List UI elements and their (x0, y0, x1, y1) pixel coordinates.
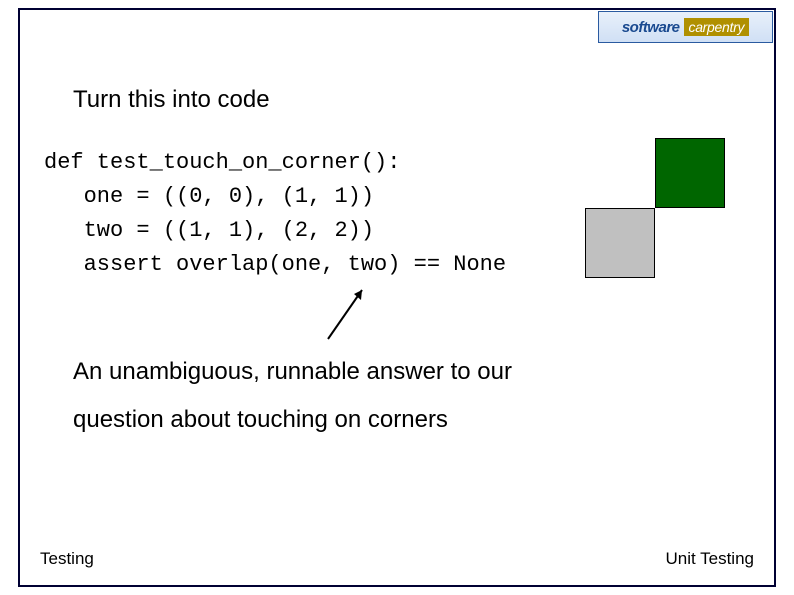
code-line-2: one = ((0, 0), (1, 1)) (44, 184, 374, 209)
code-line-3: two = ((1, 1), (2, 2)) (44, 218, 374, 243)
logo-main: software carpentry (599, 17, 772, 37)
software-carpentry-logo: software carpentry (598, 11, 773, 43)
logo-word-carpentry: carpentry (684, 18, 750, 36)
square-lower-left (585, 208, 655, 278)
explanation-line-1: An unambiguous, runnable answer to our (73, 348, 512, 396)
slide-heading: Turn this into code (73, 86, 270, 114)
arrow-icon (318, 284, 378, 344)
code-line-1: def test_touch_on_corner(): (44, 150, 400, 175)
logo-word-software: software (622, 19, 680, 36)
footer-left: Testing (40, 549, 94, 569)
footer-right: Unit Testing (665, 549, 754, 569)
explanation-text: An unambiguous, runnable answer to our q… (73, 348, 512, 444)
explanation-line-2: question about touching on corners (73, 396, 512, 444)
code-block: def test_touch_on_corner(): one = ((0, 0… (44, 146, 506, 282)
square-upper-right (655, 138, 725, 208)
code-line-4: assert overlap(one, two) == None (44, 252, 506, 277)
